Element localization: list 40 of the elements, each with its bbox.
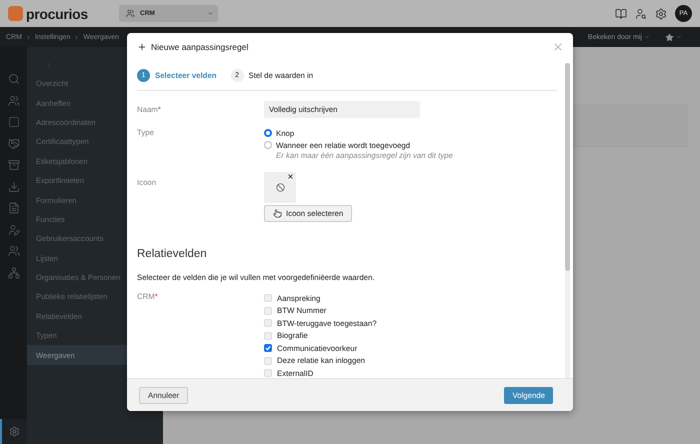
checkbox[interactable] [264, 344, 272, 352]
download-tray-icon[interactable] [8, 180, 20, 192]
section-title: Relatievelden [137, 248, 208, 260]
chevron-icon [73, 34, 80, 40]
chevron-icon [24, 34, 32, 40]
users-icon [126, 9, 135, 18]
logo-text: procurios [26, 6, 88, 22]
checkbox[interactable] [264, 332, 272, 340]
radio-button[interactable] [264, 141, 272, 149]
caret-icon [644, 34, 650, 40]
checkbox[interactable] [264, 306, 272, 315]
archive-icon[interactable] [8, 159, 20, 171]
close-icon[interactable] [552, 41, 564, 53]
checkbox[interactable] [264, 319, 272, 328]
search-icon[interactable] [8, 73, 20, 85]
dashed-square-icon[interactable] [8, 116, 20, 128]
users-icon[interactable] [8, 245, 20, 257]
user-edit-icon[interactable] [8, 224, 20, 236]
ban-icon [276, 183, 284, 192]
checkbox[interactable] [264, 356, 272, 365]
plus-icon [137, 42, 147, 52]
handshake-icon[interactable] [8, 138, 20, 150]
document-icon[interactable] [8, 202, 20, 214]
dialog-title: Nieuwe aanpassingsregel [151, 42, 250, 52]
network-icon[interactable] [8, 266, 20, 278]
checkbox[interactable] [264, 369, 272, 378]
favorites-menu[interactable] [665, 32, 682, 42]
radio-button[interactable] [264, 129, 272, 137]
caret-icon [207, 10, 214, 17]
settings-icon[interactable] [655, 8, 667, 20]
users-icon[interactable] [8, 94, 20, 106]
user-search-icon[interactable] [635, 8, 647, 20]
settings-icon[interactable] [0, 419, 27, 444]
logo-icon [8, 6, 23, 21]
hand-icon [273, 209, 282, 218]
checkbox[interactable] [264, 294, 272, 302]
remove-icon[interactable] [287, 173, 294, 180]
caret-icon [676, 34, 682, 40]
chevron-icon [45, 61, 53, 69]
scrollbar-thumb[interactable] [565, 63, 570, 271]
